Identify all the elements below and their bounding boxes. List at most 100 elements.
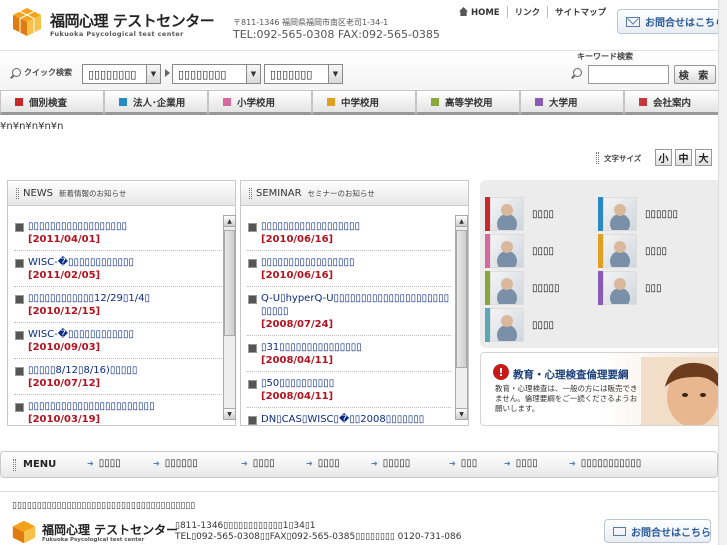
bottom-menu-link[interactable]: ▯▯▯▯: [87, 458, 121, 469]
footer-contact-button[interactable]: お問合せはこちら: [604, 519, 711, 543]
arrow-right-icon: [165, 69, 170, 77]
square-icon: [535, 97, 543, 106]
nav-tab-high-school[interactable]: 高等学校用: [416, 90, 520, 115]
list-item[interactable]: ▯▯▯▯▯▯▯▯▯▯▯▯▯▯▯▯▯▯ [2010/06/16]: [247, 215, 451, 251]
bottom-menu-link[interactable]: ▯▯▯▯▯: [371, 458, 411, 469]
top-link-links[interactable]: リンク: [506, 6, 548, 18]
seminar-subtitle: セミナーのお知らせ: [307, 188, 375, 198]
news-item-title[interactable]: ▯▯▯▯▯8/12▯8/16)▯▯▯▯▯: [14, 364, 222, 377]
scroll-down-icon[interactable]: ▼: [224, 408, 235, 419]
category-item[interactable]: ▯▯▯▯▯: [485, 271, 560, 305]
list-item[interactable]: ▯▯▯▯▯▯▯▯▯▯▯▯▯▯▯▯▯▯ [2011/04/01]: [14, 215, 222, 251]
news-item-title[interactable]: WISC-�▯▯▯▯▯▯▯▯▯▯▯▯: [14, 328, 222, 341]
contact-button[interactable]: お問合せはこちら: [617, 9, 727, 34]
logo-subtitle: Fukuoka Psycological test center: [50, 30, 184, 38]
category-item[interactable]: ▯▯▯▯: [485, 308, 554, 342]
font-size-label: 文字サイズ: [604, 154, 642, 163]
list-item[interactable]: WISC-�▯▯▯▯▯▯▯▯▯▯▯▯ [2011/02/05]: [14, 251, 222, 287]
list-item[interactable]: ▯50▯▯▯▯▯▯▯▯▯▯ [2008/04/11]: [247, 372, 451, 408]
top-link-sitemap[interactable]: サイトマップ: [547, 6, 613, 18]
news-panel: NEWS 新着情報のお知らせ ▯▯▯▯▯▯▯▯▯▯▯▯▯▯▯▯▯▯ [2011/0…: [7, 180, 236, 426]
bottom-menu-link[interactable]: ▯▯▯▯: [306, 458, 340, 469]
keyword-input[interactable]: [588, 65, 669, 84]
news-item-title[interactable]: WISC-�▯▯▯▯▯▯▯▯▯▯▯▯: [14, 256, 222, 269]
news-header: NEWS 新着情報のお知らせ: [8, 181, 235, 206]
logo-title[interactable]: 福岡心理 テストセンター: [50, 10, 215, 31]
list-item[interactable]: ▯▯▯▯▯▯▯▯▯▯▯▯▯▯▯▯▯▯▯▯▯▯▯ [2010/03/19]: [14, 395, 222, 430]
seminar-scrollbar[interactable]: ▲ ▼: [455, 215, 468, 420]
category-item[interactable]: ▯▯▯▯: [598, 234, 667, 268]
quick-select-2[interactable]: ▯▯▯▯▯▯▯▯ ▼: [172, 64, 261, 84]
list-item[interactable]: ▯▯▯▯▯▯▯▯▯▯▯▯▯▯▯▯▯ [2010/06/16]: [247, 251, 451, 287]
site-header: 福岡心理 テストセンター Fukuoka Psycological test c…: [0, 0, 727, 50]
scroll-up-icon[interactable]: ▲: [224, 216, 235, 227]
bottom-menu-label: MENU: [23, 459, 57, 470]
logo-cube-icon[interactable]: [12, 7, 42, 37]
ethics-banner[interactable]: ! 教育・心理検査倫理要綱 教育・心理検査は、一般の方には販売できません。倫理要…: [480, 352, 727, 426]
news-item-date: [2011/04/01]: [28, 234, 101, 245]
header-tel-fax: TEL:092-565-0308 FAX:092-565-0385: [233, 28, 440, 41]
chevron-down-icon: ▼: [146, 65, 160, 83]
scroll-down-icon[interactable]: ▼: [456, 408, 467, 419]
top-link-home[interactable]: HOME: [452, 6, 507, 18]
square-icon: [639, 97, 647, 106]
news-item-title[interactable]: ▯▯▯▯▯▯▯▯▯▯▯▯12/29▯1/4▯: [14, 292, 222, 305]
scroll-up-icon[interactable]: ▲: [456, 216, 467, 227]
font-size-bar: 文字サイズ 小 中 大: [0, 147, 727, 169]
search-button[interactable]: 検 索: [674, 65, 716, 84]
category-label: ▯▯▯▯: [532, 208, 555, 220]
font-size-small-button[interactable]: 小: [655, 149, 672, 166]
font-size-medium-button[interactable]: 中: [675, 149, 692, 166]
list-item[interactable]: ▯31▯▯▯▯▯▯▯▯▯▯▯▯▯▯▯ [2008/04/11]: [247, 336, 451, 372]
list-item[interactable]: DN▯CAS▯WISC▯�▯▯2008▯▯▯▯▯▯▯: [247, 408, 451, 430]
nav-tab-university[interactable]: 大学用: [520, 90, 624, 115]
category-label: ▯▯▯▯▯: [532, 282, 560, 294]
news-scrollbar[interactable]: ▲ ▼: [223, 215, 236, 420]
scroll-thumb[interactable]: [456, 230, 467, 368]
category-menu: ▯▯▯▯ ▯▯▯▯▯▯ ▯▯▯▯ ▯▯▯▯ ▯▯▯▯▯ ▯▯▯ ▯▯▯▯: [480, 180, 727, 348]
list-item[interactable]: Q-U▯hyperQ-U▯▯▯▯▯▯▯▯▯▯▯▯▯▯▯▯▯▯▯▯▯▯▯▯▯▯ [2…: [247, 287, 451, 336]
nav-tab-individual[interactable]: 個別検査: [0, 90, 104, 115]
seminar-item-date: [2008/04/11]: [261, 391, 334, 402]
nav-tab-company[interactable]: 会社案内: [624, 90, 727, 115]
list-item[interactable]: WISC-�▯▯▯▯▯▯▯▯▯▯▯▯ [2010/09/03]: [14, 323, 222, 359]
seminar-item-date: [2008/07/24]: [261, 319, 334, 330]
category-item[interactable]: ▯▯▯▯: [485, 197, 554, 231]
quick-select-1[interactable]: ▯▯▯▯▯▯▯▯ ▼: [82, 64, 161, 84]
bottom-menu-link[interactable]: ▯▯▯: [449, 458, 478, 469]
bottom-menu-link[interactable]: ▯▯▯▯: [504, 458, 538, 469]
category-item[interactable]: ▯▯▯: [598, 271, 662, 305]
seminar-item-title[interactable]: DN▯CAS▯WISC▯�▯▯2008▯▯▯▯▯▯▯: [247, 413, 451, 426]
seminar-item-title[interactable]: ▯31▯▯▯▯▯▯▯▯▯▯▯▯▯▯▯: [247, 341, 451, 354]
logo-cube-icon[interactable]: [12, 520, 36, 544]
news-item-date: [2010/03/19]: [28, 414, 101, 425]
seminar-item-title[interactable]: ▯50▯▯▯▯▯▯▯▯▯▯: [247, 377, 451, 390]
footer-logo-title: 福岡心理 テストセンター: [42, 523, 179, 537]
bottom-menu-link[interactable]: ▯▯▯▯: [241, 458, 275, 469]
quick-select-1-value: ▯▯▯▯▯▯▯▯: [88, 67, 137, 81]
nav-tab-label: 小学校用: [237, 97, 276, 109]
seminar-item-date: [2010/06/16]: [261, 234, 334, 245]
bottom-menu-link[interactable]: ▯▯▯▯▯▯▯▯▯▯▯: [569, 458, 642, 469]
news-item-title[interactable]: ▯▯▯▯▯▯▯▯▯▯▯▯▯▯▯▯▯▯: [14, 220, 222, 233]
category-label: ▯▯▯▯: [645, 245, 668, 257]
category-item[interactable]: ▯▯▯▯: [485, 234, 554, 268]
scroll-thumb[interactable]: [224, 230, 235, 336]
list-item[interactable]: ▯▯▯▯▯▯▯▯▯▯▯▯12/29▯1/4▯ [2010/12/15]: [14, 287, 222, 323]
quick-select-3[interactable]: ▯▯▯▯▯▯▯ ▼: [264, 64, 343, 84]
nav-tab-corporate[interactable]: 法人･企業用: [104, 90, 208, 115]
news-item-title[interactable]: ▯▯▯▯▯▯▯▯▯▯▯▯▯▯▯▯▯▯▯▯▯▯▯: [14, 400, 222, 413]
nav-tab-elementary[interactable]: 小学校用: [208, 90, 312, 115]
category-item[interactable]: ▯▯▯▯▯▯: [598, 197, 678, 231]
seminar-item-title[interactable]: ▯▯▯▯▯▯▯▯▯▯▯▯▯▯▯▯▯▯: [247, 220, 451, 233]
seminar-panel: SEMINAR セミナーのお知らせ ▯▯▯▯▯▯▯▯▯▯▯▯▯▯▯▯▯▯ [201…: [240, 180, 469, 426]
nav-tab-junior-high[interactable]: 中学校用: [312, 90, 416, 115]
seminar-item-date: [2010/06/16]: [261, 270, 334, 281]
page-scrollbar[interactable]: [718, 0, 727, 545]
nav-tab-label: 個別検査: [29, 97, 68, 109]
font-size-large-button[interactable]: 大: [695, 149, 712, 166]
seminar-item-title[interactable]: ▯▯▯▯▯▯▯▯▯▯▯▯▯▯▯▯▯: [247, 256, 451, 269]
list-item[interactable]: ▯▯▯▯▯8/12▯8/16)▯▯▯▯▯ [2010/07/12]: [14, 359, 222, 395]
bottom-menu-link[interactable]: ▯▯▯▯▯▯: [153, 458, 198, 469]
seminar-item-title[interactable]: Q-U▯hyperQ-U▯▯▯▯▯▯▯▯▯▯▯▯▯▯▯▯▯▯▯▯▯▯▯▯▯▯: [247, 292, 451, 318]
